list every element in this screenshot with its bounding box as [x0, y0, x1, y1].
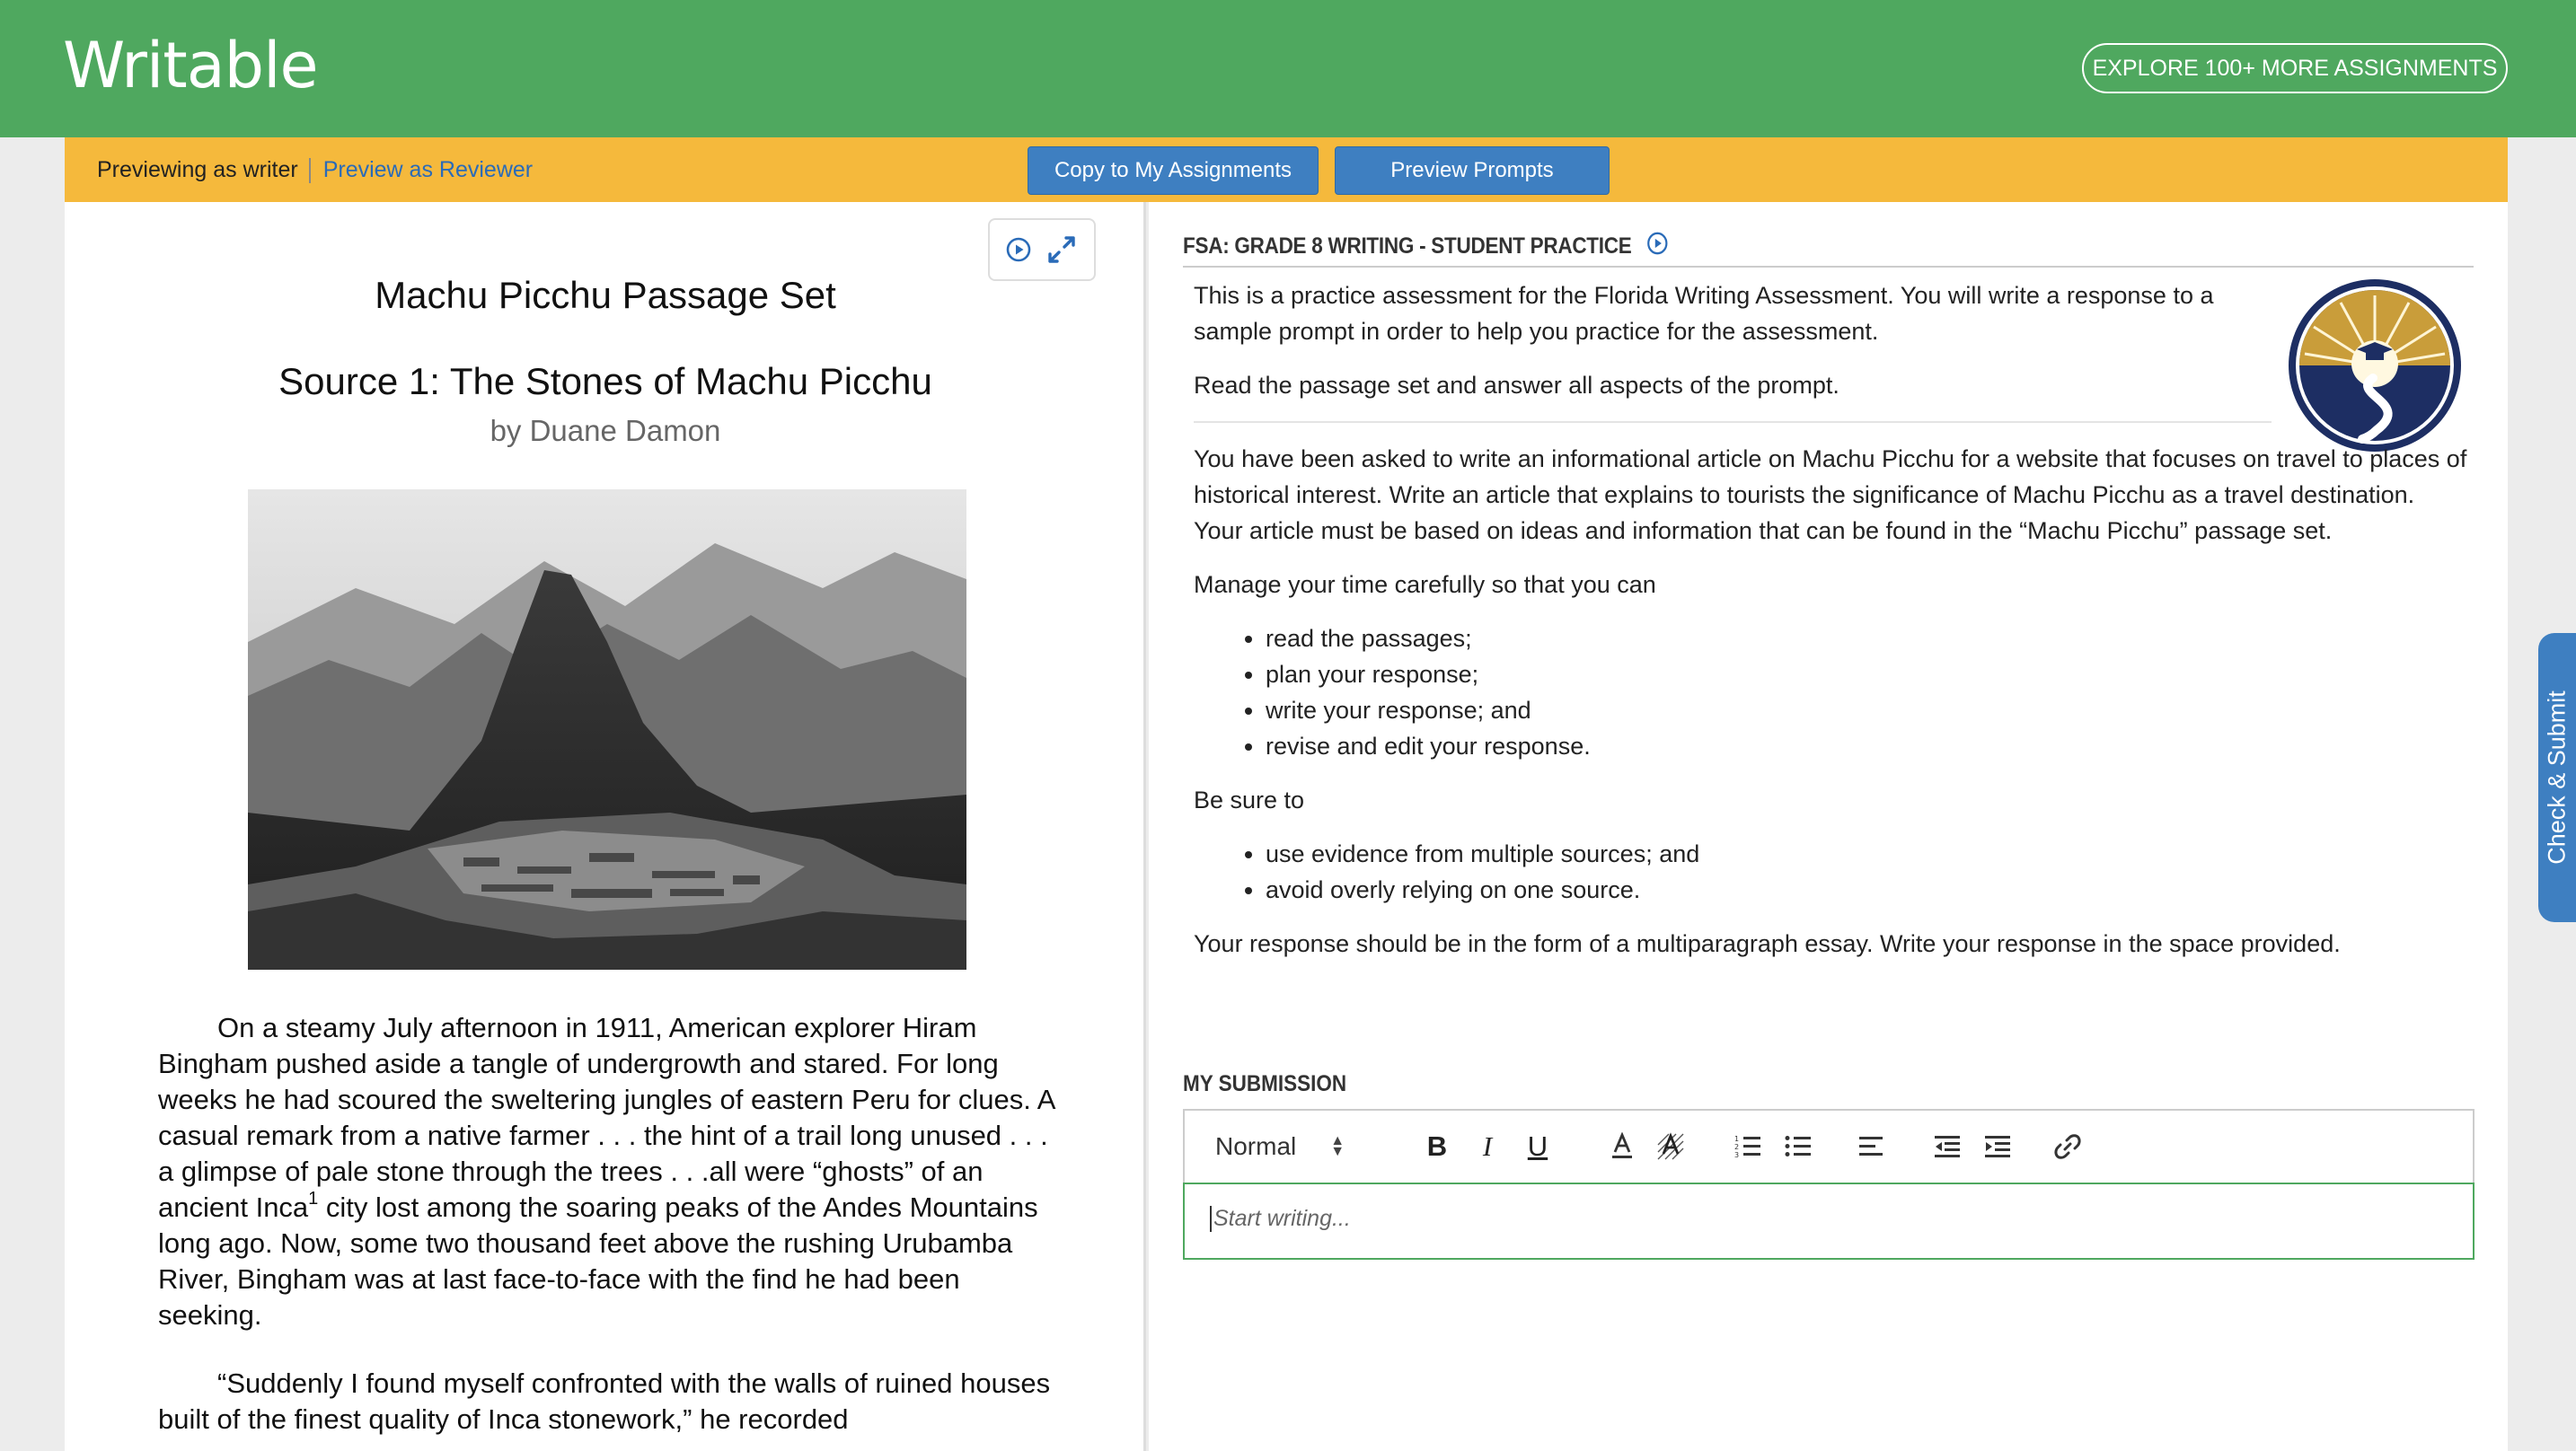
- divider: [308, 157, 311, 183]
- preview-bar: Previewing as writer Preview as Reviewer…: [65, 137, 2508, 202]
- list-item: write your response; and: [1266, 692, 2469, 728]
- intro-paragraph-1: This is a practice assessment for the Fl…: [1194, 282, 2214, 345]
- list-item: use evidence from multiple sources; and: [1266, 836, 2469, 872]
- preview-as-reviewer-link[interactable]: Preview as Reviewer: [323, 157, 533, 183]
- assignment-panel[interactable]: FSA: GRADE 8 WRITING - STUDENT PRACTICE …: [1149, 202, 2508, 1451]
- ordered-list-icon[interactable]: 123: [1733, 1129, 1763, 1165]
- bullet-list-icon[interactable]: [1783, 1129, 1813, 1165]
- preview-mode: Previewing as writer Preview as Reviewer: [97, 157, 533, 183]
- editor-placeholder: Start writing...: [1210, 1206, 1351, 1232]
- assignment-heading: FSA: GRADE 8 WRITING - STUDENT PRACTICE: [1183, 231, 1669, 262]
- svg-text:3: 3: [1734, 1151, 1739, 1159]
- intro-paragraph-2: Read the passage set and answer all aspe…: [1194, 372, 1839, 399]
- outdent-icon[interactable]: [1932, 1129, 1963, 1165]
- copy-to-my-assignments-button[interactable]: Copy to My Assignments: [1028, 146, 1319, 195]
- preview-prompts-button[interactable]: Preview Prompts: [1335, 146, 1610, 195]
- check-and-submit-tab[interactable]: Check & Submit: [2538, 633, 2576, 922]
- editor-toolbar: Normal ▲ ▼ B I U 123: [1183, 1109, 2475, 1183]
- background-color-icon[interactable]: [1655, 1129, 1686, 1165]
- be-sure-label: Be sure to: [1194, 787, 1305, 813]
- machu-picchu-photo: [248, 489, 966, 970]
- underline-button[interactable]: U: [1522, 1129, 1553, 1165]
- passage-set-title: Machu Picchu Passage Set: [375, 274, 836, 316]
- intro-divider: [1194, 421, 2272, 423]
- svg-text:1: 1: [1734, 1135, 1739, 1143]
- list-item: revise and edit your response.: [1266, 728, 2469, 764]
- passage-panel[interactable]: Machu Picchu Passage Set Source 1: The S…: [65, 202, 1146, 1451]
- assignment-prompt: This is a practice assessment for the Fl…: [1194, 277, 2469, 980]
- format-select[interactable]: Normal ▲ ▼: [1215, 1129, 1368, 1165]
- link-icon[interactable]: [2052, 1129, 2083, 1165]
- form-note: Your response should be in the form of a…: [1194, 930, 2341, 957]
- footnote-marker: 1: [308, 1189, 319, 1209]
- heading-divider: [1183, 266, 2474, 268]
- list-item: read the passages;: [1266, 620, 2469, 656]
- italic-button[interactable]: I: [1472, 1129, 1503, 1165]
- align-left-icon[interactable]: [1857, 1129, 1887, 1165]
- previewing-as-writer-label: Previewing as writer: [97, 157, 298, 182]
- explore-assignments-button[interactable]: EXPLORE 100+ MORE ASSIGNMENTS: [2082, 43, 2508, 93]
- text-color-icon[interactable]: [1607, 1129, 1637, 1165]
- source-title: Source 1: The Stones of Machu Picchu: [278, 360, 932, 402]
- select-arrows-icon: ▲ ▼: [1330, 1133, 1345, 1159]
- list-item: plan your response;: [1266, 656, 2469, 692]
- expand-icon[interactable]: [1045, 233, 1079, 267]
- passage-text: On a steamy July afternoon in 1911, Amer…: [158, 1010, 1056, 1451]
- top-header: Writable EXPLORE 100+ MORE ASSIGNMENTS: [0, 0, 2576, 137]
- manage-time-label: Manage your time carefully so that you c…: [1194, 571, 1656, 598]
- writable-logo[interactable]: Writable: [63, 29, 319, 102]
- indent-icon[interactable]: [1982, 1129, 2013, 1165]
- svg-text:2: 2: [1734, 1143, 1739, 1151]
- author: by Duane Damon: [490, 414, 721, 447]
- submission-editor[interactable]: Start writing...: [1183, 1183, 2475, 1260]
- passage-paragraph-1: On a steamy July afternoon in 1911, Amer…: [158, 1012, 1054, 1331]
- task-paragraph: You have been asked to write an informat…: [1194, 445, 2467, 544]
- play-audio-icon[interactable]: [1005, 236, 1032, 263]
- passage-tools: [988, 218, 1096, 281]
- play-audio-icon[interactable]: [1646, 231, 1669, 262]
- be-sure-list: use evidence from multiple sources; and …: [1266, 836, 2469, 908]
- my-submission-heading: MY SUBMISSION: [1183, 1071, 1347, 1096]
- passage-paragraph-2: “Suddenly I found myself confronted with…: [158, 1367, 1051, 1435]
- manage-time-list: read the passages; plan your response; w…: [1266, 620, 2469, 764]
- bold-button[interactable]: B: [1422, 1129, 1452, 1165]
- list-item: avoid overly relying on one source.: [1266, 872, 2469, 908]
